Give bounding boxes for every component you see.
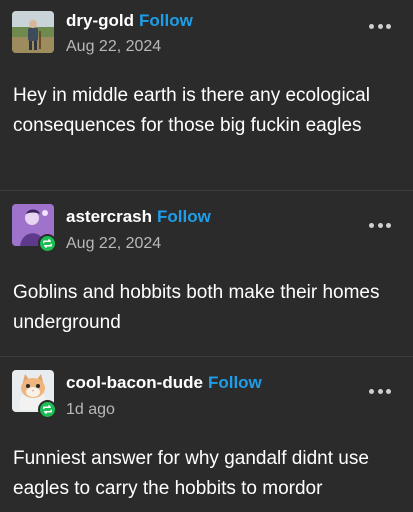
reblog-icon (38, 400, 57, 419)
dot-icon (377, 23, 383, 29)
post-body-text: Goblins and hobbits both make their home… (13, 282, 380, 333)
username-link[interactable]: cool-bacon-dude (66, 373, 203, 392)
follow-button[interactable]: Follow (208, 373, 262, 392)
more-options-button[interactable] (369, 21, 391, 31)
username-link[interactable]: dry-gold (66, 11, 134, 30)
post-header: cool-bacon-dude Follow 1d ago (0, 357, 413, 419)
dashboard-feed: dry-gold Follow Aug 22, 2024 Hey in middl… (0, 0, 413, 512)
dot-icon (369, 222, 374, 228)
post-body-text: Hey in middle earth is there any ecologi… (13, 85, 370, 136)
dot-icon (377, 388, 383, 394)
dot-icon (377, 222, 383, 228)
reblog-icon (38, 234, 57, 253)
post-author-line: astercrash Follow (66, 207, 211, 227)
post-card: astercrash Follow Aug 22, 2024 Goblins an… (0, 190, 413, 356)
post-author-line: cool-bacon-dude Follow (66, 373, 262, 393)
post-header: dry-gold Follow Aug 22, 2024 (0, 0, 413, 60)
dot-icon (369, 388, 374, 394)
avatar[interactable] (12, 11, 54, 53)
post-card: dry-gold Follow Aug 22, 2024 Hey in middl… (0, 0, 413, 190)
person-in-field-avatar-icon (12, 11, 54, 53)
dot-icon (386, 388, 391, 394)
post-card: cool-bacon-dude Follow 1d ago Funniest an… (0, 356, 413, 512)
post-timestamp[interactable]: Aug 22, 2024 (66, 38, 161, 56)
follow-button[interactable]: Follow (139, 11, 193, 30)
more-options-button[interactable] (369, 386, 391, 396)
follow-button[interactable]: Follow (157, 207, 211, 226)
username-link[interactable]: astercrash (66, 207, 152, 226)
dot-icon (386, 23, 391, 29)
dot-icon (369, 23, 374, 29)
more-options-button[interactable] (369, 220, 391, 230)
dot-icon (386, 222, 391, 228)
post-timestamp[interactable]: 1d ago (66, 401, 115, 419)
post-header: astercrash Follow Aug 22, 2024 (0, 191, 413, 253)
post-timestamp[interactable]: Aug 22, 2024 (66, 235, 161, 253)
post-body-text: Funniest answer for why gandalf didnt us… (13, 448, 369, 499)
post-author-line: dry-gold Follow (66, 11, 193, 31)
